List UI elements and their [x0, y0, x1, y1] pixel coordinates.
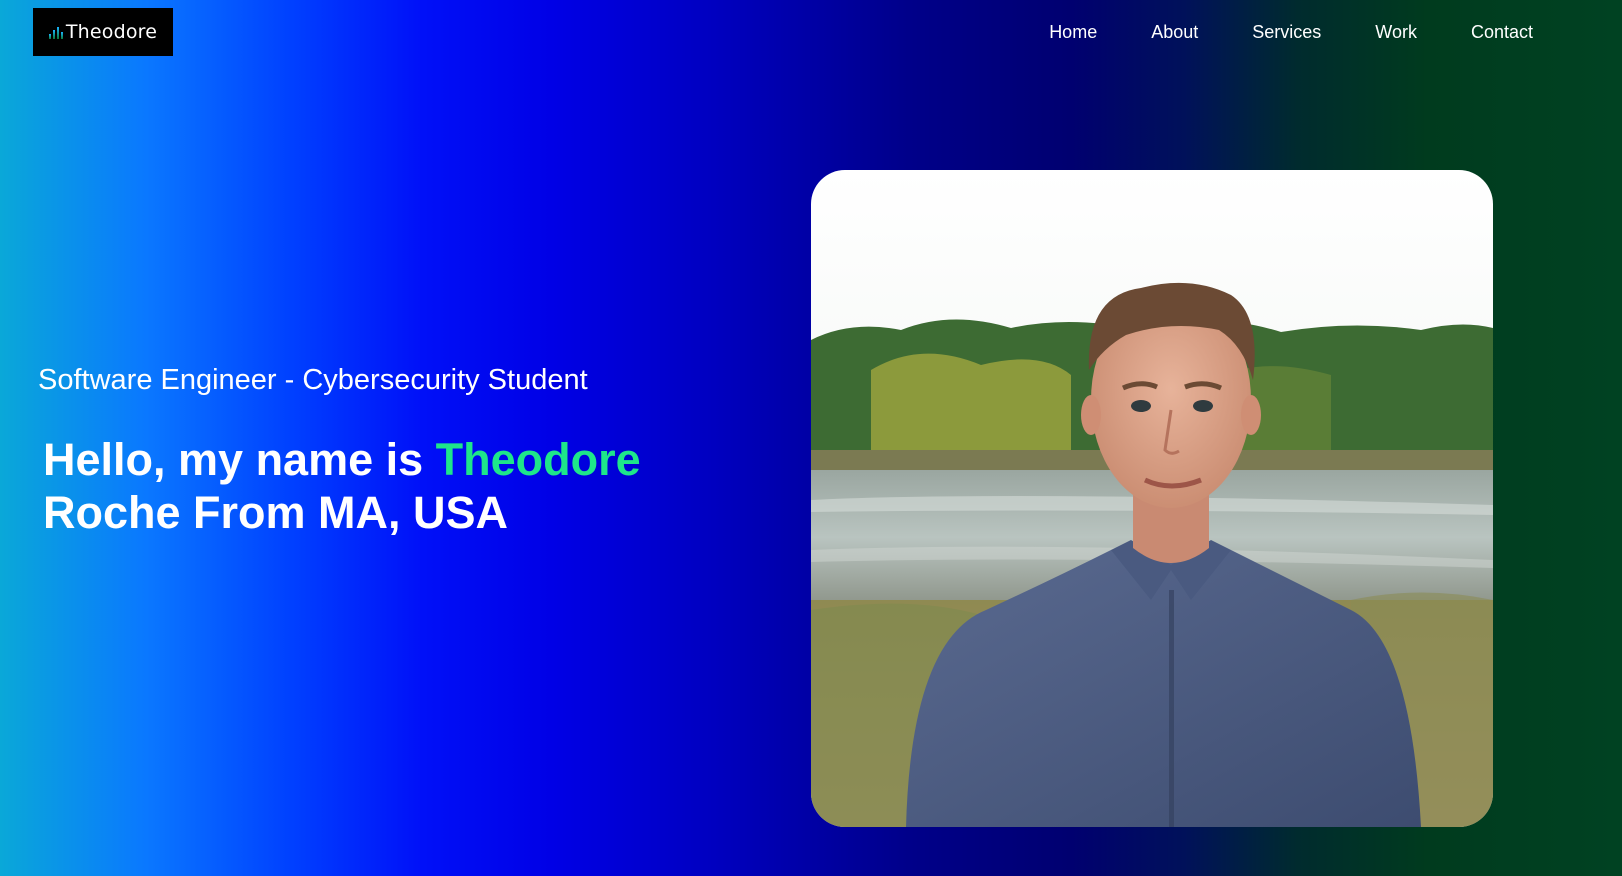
main-nav: Home About Services Work Contact [1022, 20, 1560, 45]
nav-about[interactable]: About [1124, 20, 1225, 45]
headline-prefix: Hello, my name is [43, 434, 436, 485]
hero-headline: Hello, my name is Theodore Roche From MA… [43, 433, 703, 539]
logo-bars-icon [48, 27, 63, 39]
profile-photo [811, 170, 1493, 827]
nav-contact[interactable]: Contact [1444, 20, 1560, 45]
profile-photo-image [811, 170, 1493, 827]
logo-text: Theodore [65, 21, 158, 43]
nav-home[interactable]: Home [1022, 20, 1124, 45]
nav-work[interactable]: Work [1348, 20, 1444, 45]
headline-name: Theodore [435, 434, 641, 485]
hero-subtitle: Software Engineer - Cybersecurity Studen… [38, 364, 588, 396]
logo[interactable]: Theodore [33, 8, 173, 56]
nav-services[interactable]: Services [1225, 20, 1348, 45]
headline-suffix: Roche From MA, USA [43, 487, 509, 538]
